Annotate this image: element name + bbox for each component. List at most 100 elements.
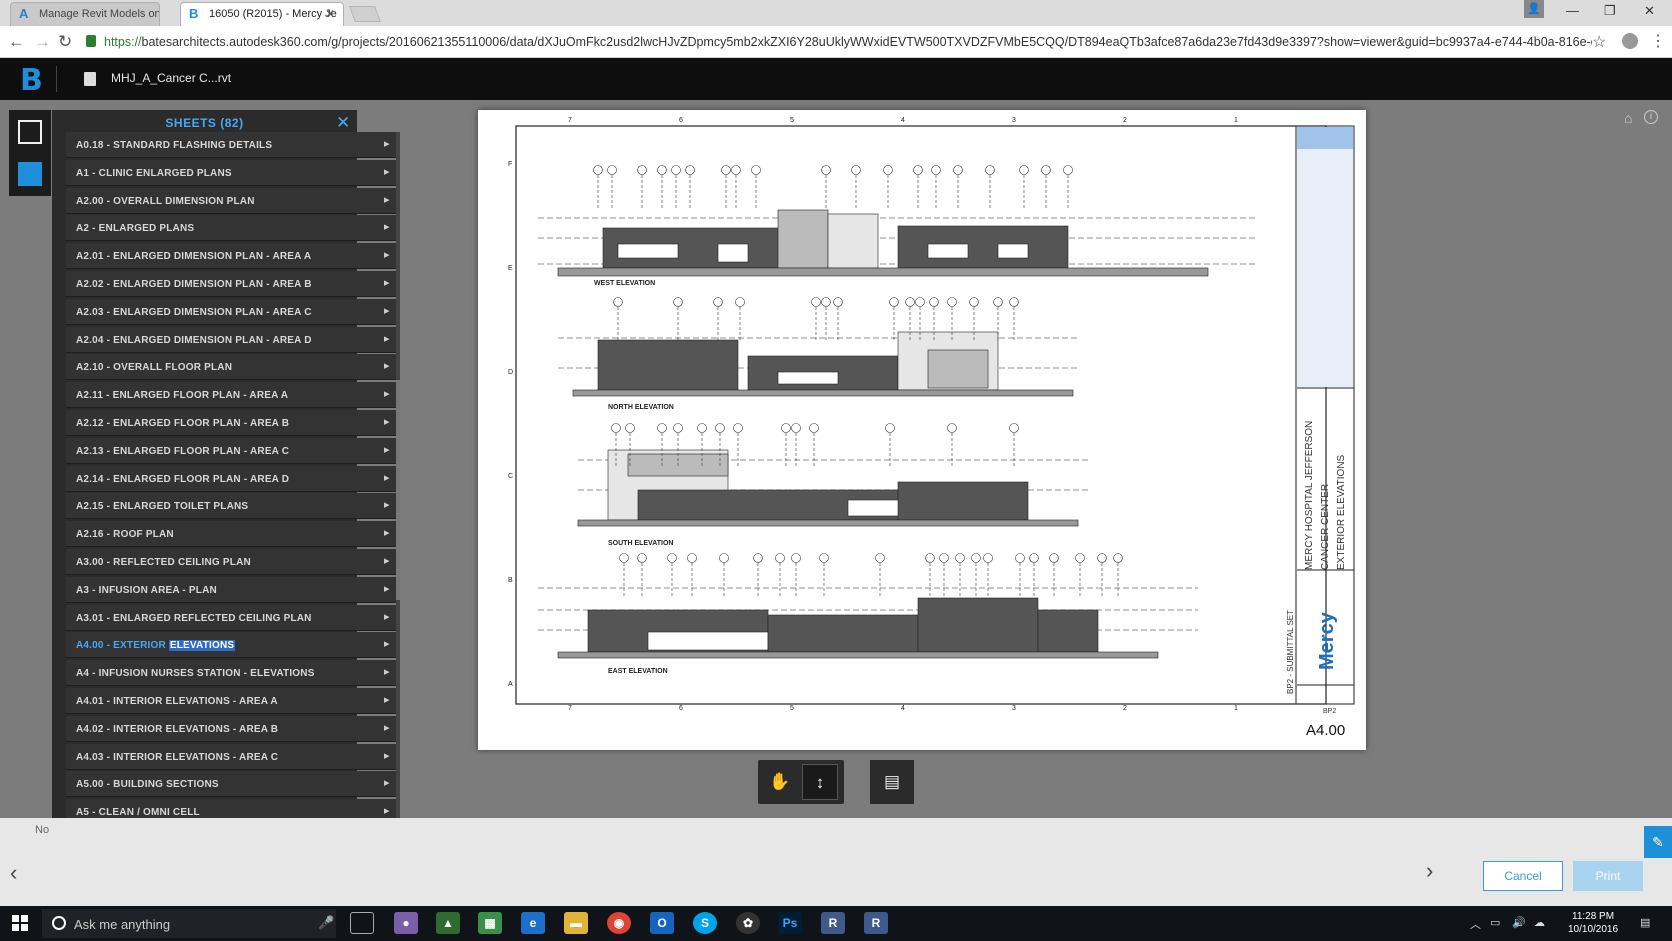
app-icon-1[interactable]: ● (394, 912, 418, 934)
microphone-icon[interactable]: 🎤 (318, 915, 334, 931)
sheet-list-item[interactable]: A2.16 - ROOF PLAN ▸ (66, 521, 396, 548)
expand-arrow-icon[interactable]: ▸ (384, 193, 390, 206)
expand-arrow-icon[interactable]: ▸ (384, 776, 390, 789)
photoshop-icon[interactable]: Ps (778, 912, 802, 934)
sheet-list-item[interactable]: A3.00 - REFLECTED CEILING PLAN ▸ (66, 549, 396, 575)
sheet-settings-icon[interactable]: ▤ (870, 760, 914, 804)
expand-arrow-icon[interactable]: ▸ (384, 359, 390, 372)
close-window-icon[interactable]: ✕ (1644, 3, 1655, 19)
task-view-icon[interactable] (350, 912, 374, 934)
expand-arrow-icon[interactable]: ▸ (384, 665, 390, 678)
prev-arrow-icon[interactable]: ‹ (10, 860, 17, 886)
expand-arrow-icon[interactable]: ▸ (384, 248, 390, 261)
revit-icon-2[interactable]: R (864, 912, 888, 934)
browser-tab-manage-revit[interactable]: A Manage Revit Models on (10, 2, 160, 26)
info-icon[interactable]: i (1644, 110, 1658, 124)
home-icon[interactable]: ⌂ (1624, 110, 1632, 126)
back-arrow-icon[interactable]: ← (8, 32, 25, 52)
sheet-list-item[interactable]: A2.11 - ENLARGED FLOOR PLAN - AREA A ▸ (66, 382, 396, 409)
model-filename[interactable]: MHJ_A_Cancer C...rvt (111, 71, 231, 85)
tray-chevron-icon[interactable]: ︿ (1470, 916, 1481, 932)
action-center-icon[interactable]: ▤ (1640, 916, 1650, 929)
expand-arrow-icon[interactable]: ▸ (384, 554, 390, 567)
sheet-list-item[interactable]: A4.01 - INTERIOR ELEVATIONS - AREA A ▸ (66, 688, 396, 714)
onedrive-icon[interactable]: ☁ (1534, 916, 1545, 929)
expand-arrow-icon[interactable]: ▸ (384, 749, 390, 762)
print-button[interactable]: Print (1573, 861, 1643, 891)
expand-arrow-icon[interactable]: ▸ (384, 137, 390, 150)
browser-menu-icon[interactable]: ⋮ (1650, 31, 1666, 51)
expand-arrow-icon[interactable]: ▸ (384, 165, 390, 178)
expand-arrow-icon[interactable]: ▸ (384, 387, 390, 400)
sheet-list-item[interactable]: A3 - INFUSION AREA - PLAN ▸ (66, 576, 396, 603)
expand-arrow-icon[interactable]: ▸ (384, 471, 390, 484)
chrome-icon[interactable]: ◉ (607, 912, 631, 934)
skype-icon[interactable]: S (693, 912, 717, 934)
drawing-sheet[interactable]: 77665544332211FEDCBA WEST ELEVATION NORT… (478, 110, 1366, 750)
forward-arrow-icon[interactable]: → (34, 32, 51, 52)
fit-vertical-icon[interactable]: ↕ (802, 764, 838, 800)
pan-hand-icon[interactable]: ✋ (762, 764, 798, 800)
windows-start-icon[interactable] (12, 915, 28, 931)
sheet-list-item[interactable]: A1 - CLINIC ENLARGED PLANS ▸ (66, 159, 396, 186)
file-explorer-icon[interactable]: ▬ (564, 912, 588, 934)
sheet-list-item[interactable]: A4.02 - INTERIOR ELEVATIONS - AREA B ▸ (66, 715, 396, 742)
bookmark-star-icon[interactable]: ☆ (1592, 32, 1606, 52)
sheet-list-item[interactable]: A2.01 - ENLARGED DIMENSION PLAN - AREA A… (66, 243, 396, 270)
close-tab-icon[interactable]: ✕ (325, 7, 335, 21)
sheet-list-item[interactable]: A0.18 - STANDARD FLASHING DETAILS ▸ (66, 132, 396, 158)
new-tab-button[interactable] (349, 6, 381, 22)
cancel-button[interactable]: Cancel (1483, 861, 1563, 891)
sheet-list-item[interactable]: A4 - INFUSION NURSES STATION - ELEVATION… (66, 660, 396, 687)
sheet-list-item[interactable]: A3.01 - ENLARGED REFLECTED CEILING PLAN ▸ (66, 604, 396, 631)
sheet-icon[interactable] (18, 162, 42, 186)
minimize-icon[interactable]: — (1566, 3, 1579, 18)
sheet-list-item[interactable]: A2.12 - ENLARGED FLOOR PLAN - AREA B ▸ (66, 410, 396, 436)
volume-icon[interactable]: 🔊 (1512, 916, 1526, 929)
browser-tab-mercy[interactable]: B 16050 (R2015) - Mercy Je ✕ (180, 2, 344, 26)
cortana-search-box[interactable]: Ask me anything 🎤 (42, 909, 336, 938)
sheet-list-item[interactable]: A2.14 - ENLARGED FLOOR PLAN - AREA D ▸ (66, 465, 396, 492)
sheet-list-item[interactable]: A4.03 - INTERIOR ELEVATIONS - AREA C ▸ (66, 743, 396, 770)
edge-icon[interactable]: e (521, 912, 545, 934)
scrollbar-thumb[interactable] (396, 380, 400, 600)
calculator-icon[interactable]: ▦ (478, 912, 502, 934)
expand-arrow-icon[interactable]: ▸ (384, 276, 390, 289)
app-icon-2[interactable]: ▲ (436, 912, 460, 934)
sheet-list-item[interactable]: A2 - ENLARGED PLANS ▸ (66, 215, 396, 242)
extension-icon[interactable] (1622, 33, 1638, 49)
restore-icon[interactable]: ❐ (1604, 3, 1616, 19)
expand-arrow-icon[interactable]: ▸ (384, 804, 390, 817)
profile-icon[interactable]: 👤 (1524, 0, 1544, 18)
sheet-list-item[interactable]: A5.00 - BUILDING SECTIONS ▸ (66, 771, 396, 798)
expand-arrow-icon[interactable]: ▸ (384, 220, 390, 233)
reload-icon[interactable]: ↻ (58, 32, 72, 52)
system-clock[interactable]: 11:28 PM 10/10/2016 (1568, 910, 1618, 936)
url-input[interactable]: https://batesarchitects.autodesk360.com/… (82, 30, 1592, 54)
app-icon-3[interactable]: ✿ (736, 912, 760, 934)
outlook-icon[interactable]: O (650, 912, 674, 934)
expand-arrow-icon[interactable]: ▸ (384, 637, 390, 650)
sheet-list-item[interactable]: A2.03 - ENLARGED DIMENSION PLAN - AREA C… (66, 298, 396, 325)
sheet-list-item[interactable]: A2.10 - OVERALL FLOOR PLAN ▸ (66, 354, 396, 381)
network-icon[interactable]: ▭ (1490, 916, 1500, 929)
expand-arrow-icon[interactable]: ▸ (384, 721, 390, 734)
revit-icon[interactable]: R (821, 912, 845, 934)
sheet-list-item[interactable]: A2.13 - ENLARGED FLOOR PLAN - AREA C ▸ (66, 437, 396, 464)
expand-arrow-icon[interactable]: ▸ (384, 498, 390, 511)
sheet-list-item[interactable]: A2.15 - ENLARGED TOILET PLANS ▸ (66, 493, 396, 520)
expand-arrow-icon[interactable]: ▸ (384, 526, 390, 539)
sheet-list-item[interactable]: A2.02 - ENLARGED DIMENSION PLAN - AREA B… (66, 271, 396, 297)
expand-arrow-icon[interactable]: ▸ (384, 610, 390, 623)
3d-cube-icon[interactable] (18, 120, 42, 144)
expand-arrow-icon[interactable]: ▸ (384, 304, 390, 317)
expand-arrow-icon[interactable]: ▸ (384, 443, 390, 456)
expand-arrow-icon[interactable]: ▸ (384, 582, 390, 595)
sheet-list-item[interactable]: A4.00 - EXTERIOR ELEVATIONS ▸ (66, 632, 396, 659)
expand-arrow-icon[interactable]: ▸ (384, 332, 390, 345)
expand-arrow-icon[interactable]: ▸ (384, 415, 390, 428)
feedback-icon[interactable]: ✎ (1644, 826, 1672, 858)
bim360-logo[interactable]: B (20, 63, 43, 98)
close-icon[interactable]: ✕ (336, 113, 350, 133)
sheet-list-item[interactable]: A2.04 - ENLARGED DIMENSION PLAN - AREA D… (66, 326, 396, 353)
